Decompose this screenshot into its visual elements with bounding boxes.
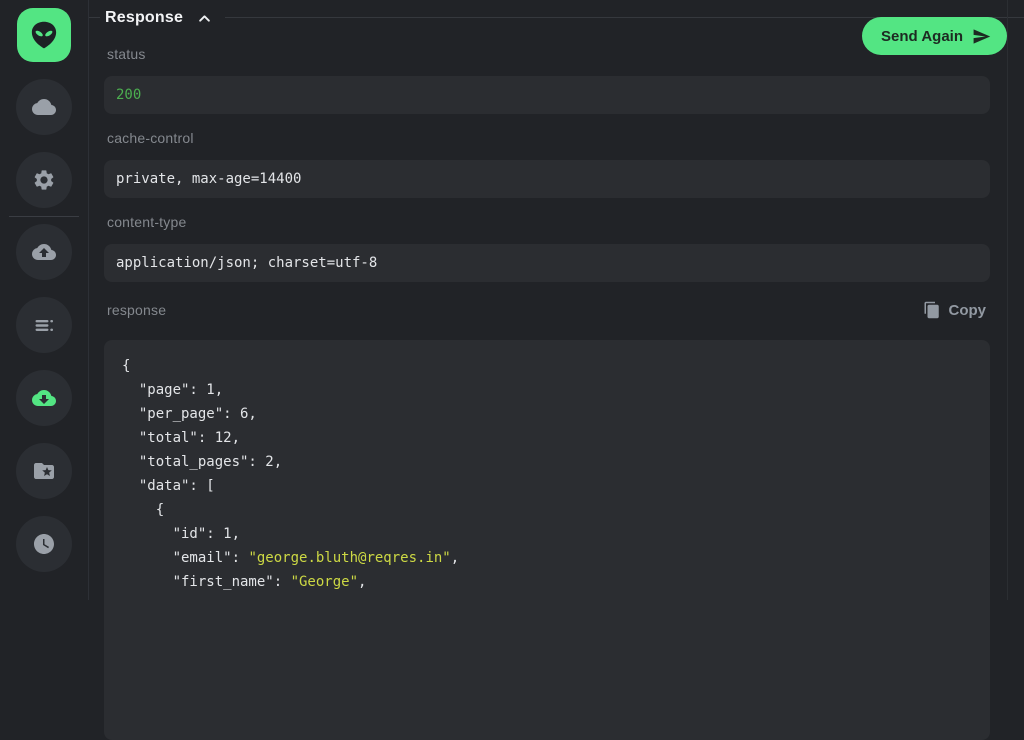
copy-icon: [923, 301, 941, 319]
response-json-text: { "page": 1, "per_page": 6, "total": 12,…: [122, 354, 972, 594]
alien-icon: [28, 19, 60, 51]
response-body-row: response Copy: [104, 298, 990, 322]
sidebar-item-cloud[interactable]: [16, 79, 72, 135]
copy-button[interactable]: Copy: [923, 301, 991, 319]
response-body-label: response: [107, 302, 166, 319]
field-content-type: content-type application/json; charset=ut…: [104, 214, 990, 282]
field-status: status 200: [104, 46, 990, 114]
cloud-icon: [32, 95, 56, 119]
sidebar-item-list[interactable]: [16, 297, 72, 353]
settings-gear-icon: [32, 168, 56, 192]
field-value[interactable]: 200: [104, 76, 990, 114]
chevron-up-icon[interactable]: [197, 11, 212, 26]
history-clock-icon: [32, 532, 56, 556]
scrollbar-track-line: [1007, 0, 1008, 600]
send-again-label: Send Again: [881, 28, 963, 45]
send-icon: [972, 27, 991, 46]
cloud-download-icon: [32, 386, 56, 410]
sidebar-item-cloud-upload[interactable]: [16, 224, 72, 280]
cloud-upload-icon: [32, 240, 56, 264]
field-cache-control: cache-control private, max-age=14400: [104, 130, 990, 198]
sidebar-item-saved-folder[interactable]: [16, 443, 72, 499]
sidebar-item-cloud-download[interactable]: [16, 370, 72, 426]
sidebar-nav-bottom: [16, 212, 72, 572]
app-logo[interactable]: [17, 8, 71, 62]
sidebar-item-settings[interactable]: [16, 152, 72, 208]
response-json-viewer[interactable]: { "page": 1, "per_page": 6, "total": 12,…: [104, 340, 990, 740]
sidebar-nav-top: [16, 62, 72, 208]
field-label: status: [107, 46, 990, 63]
response-panel: Response Send Again status 200 cache-contr…: [89, 0, 1024, 600]
page-title: Response: [105, 9, 183, 27]
header-fields: status 200 cache-control private, max-age=1…: [104, 46, 990, 282]
field-label: content-type: [107, 214, 990, 231]
copy-label: Copy: [949, 302, 987, 319]
response-section-header[interactable]: Response: [100, 7, 225, 29]
sidebar-item-history[interactable]: [16, 516, 72, 572]
folder-star-icon: [32, 459, 56, 483]
field-value[interactable]: application/json; charset=utf-8: [104, 244, 990, 282]
field-value[interactable]: private, max-age=14400: [104, 160, 990, 198]
response-content: status 200 cache-control private, max-age=1…: [104, 46, 990, 740]
field-label: cache-control: [107, 130, 990, 147]
sidebar: [0, 0, 89, 600]
list-icon: [32, 313, 56, 337]
